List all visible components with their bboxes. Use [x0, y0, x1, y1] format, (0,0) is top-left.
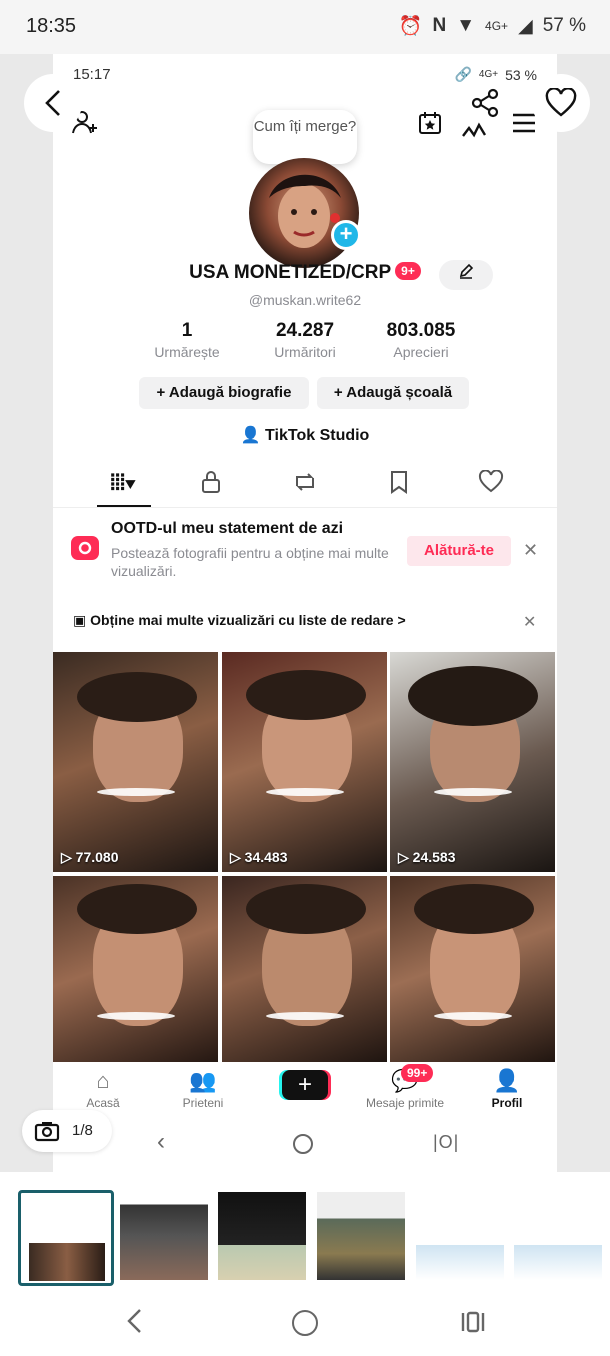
edit-profile-button[interactable] — [439, 260, 493, 290]
network-label: 4G+ — [485, 19, 509, 33]
tab-videos-grid-icon[interactable]: ⦙⦙⦙▾ — [103, 470, 143, 496]
battery-text: 57 % — [542, 15, 586, 36]
thumbnail-6[interactable] — [514, 1192, 602, 1280]
thumbnail-strip — [0, 1172, 610, 1292]
screenshot-canvas: 15:17 🔗 4G+ 53 % Cum îți merge? + USA MO… — [53, 54, 557, 1172]
wifi-icon: ▼ — [456, 15, 476, 36]
nav-label: Mesaje primite — [365, 1096, 445, 1110]
promo-subtitle: Postează fotografii pentru a obține mai … — [111, 545, 389, 579]
stat-following[interactable]: 1 Urmărește — [127, 320, 247, 360]
avatar[interactable] — [249, 158, 359, 268]
video-tile[interactable]: ▷ 24.583 — [390, 652, 555, 872]
notification-badge: 9+ — [395, 262, 421, 280]
signal-icon: ◢ — [518, 15, 533, 37]
back-button[interactable] — [24, 74, 82, 132]
status-time: 18:35 — [26, 15, 77, 37]
create-button[interactable]: + — [282, 1070, 328, 1100]
playlist-banner[interactable]: ▣ Obține mai multe vizualizări cu liste … — [73, 612, 406, 629]
nav-label: Prieteni — [182, 1096, 224, 1110]
image-counter[interactable]: 1/8 — [22, 1110, 112, 1152]
nfc-icon: N — [432, 15, 447, 36]
active-tab-indicator — [97, 505, 151, 507]
close-icon[interactable]: ✕ — [523, 540, 538, 561]
tiktok-studio-link[interactable]: 👤 TikTok Studio — [53, 425, 557, 445]
home-icon: ⌂ — [96, 1068, 110, 1093]
favorite-button[interactable] — [532, 74, 590, 132]
back-nav-button[interactable] — [124, 1306, 144, 1341]
thumbnail-2[interactable] — [120, 1192, 208, 1280]
back-nav-icon: ‹ — [157, 1128, 165, 1155]
view-count: ▷ 34.483 — [230, 849, 288, 865]
thumbnail-5[interactable] — [416, 1192, 504, 1280]
inner-battery: 53 % — [505, 66, 537, 83]
nav-label: Acasă — [86, 1096, 120, 1110]
recents-nav-icon: |O| — [433, 1132, 460, 1152]
stat-value: 24.287 — [275, 320, 335, 341]
camera-icon — [71, 536, 99, 560]
add-story-button[interactable]: + — [331, 220, 361, 250]
recents-nav-button[interactable] — [460, 1310, 486, 1339]
stat-value: 803.085 — [386, 320, 456, 341]
share-button[interactable] — [456, 74, 514, 132]
home-nav-button[interactable] — [292, 1310, 318, 1336]
thumbnail-3[interactable] — [218, 1192, 306, 1280]
promo-title: OOTD-ul meu statement de azi — [111, 520, 344, 537]
back-icon — [127, 1309, 141, 1333]
chevron-left-icon — [45, 90, 60, 116]
stat-label: Urmărește — [154, 344, 220, 360]
video-tile[interactable] — [53, 876, 218, 1062]
video-tile[interactable] — [222, 876, 387, 1062]
stat-likes[interactable]: 803.085 Aprecieri — [361, 320, 481, 360]
video-tile[interactable] — [390, 876, 555, 1062]
status-icons: ⏰ N ▼ 4G+ ◢ 57 % — [399, 14, 586, 38]
tab-private-lock-icon[interactable] — [191, 470, 231, 500]
view-count: ▷ 24.583 — [398, 849, 456, 865]
system-nav-bar — [0, 1292, 610, 1356]
status-bar: 18:35 ⏰ N ▼ 4G+ ◢ 57 % — [0, 0, 610, 54]
promo-banner: OOTD-ul meu statement de azi Postează fo… — [53, 514, 557, 584]
playlist-icon: ▣ — [73, 612, 87, 628]
menu-icon[interactable] — [511, 112, 537, 139]
pencil-icon — [459, 263, 474, 279]
home-nav-icon — [293, 1134, 313, 1154]
bottom-nav: ⌂Acasă 👥Prieteni + 💬Mesaje primite 99+ 👤… — [53, 1062, 557, 1118]
image-viewer: 15:17 🔗 4G+ 53 % Cum îți merge? + USA MO… — [0, 54, 610, 1172]
add-school-button[interactable]: + Adaugă școală — [317, 377, 469, 409]
tab-favorites-bookmark-icon[interactable] — [379, 470, 419, 500]
tab-liked-heart-icon[interactable] — [471, 469, 511, 500]
profile-tabs: ⦙⦙⦙▾ — [53, 458, 557, 508]
stat-followers[interactable]: 24.287 Urmăritori — [245, 320, 365, 360]
stat-value: 1 — [181, 320, 193, 341]
join-button[interactable]: Alătură-te — [407, 536, 511, 566]
close-icon[interactable]: ✕ — [523, 612, 536, 632]
tab-reposts-icon[interactable] — [285, 470, 325, 500]
counter-text: 1/8 — [72, 1122, 93, 1139]
thumbnail-1[interactable] — [18, 1190, 114, 1286]
calendar-icon[interactable] — [417, 110, 443, 141]
status-bubble[interactable]: Cum îți merge? — [253, 110, 357, 164]
recents-icon — [461, 1311, 485, 1333]
inner-system-nav: ‹ |O| — [53, 1122, 557, 1172]
inner-status-time: 15:17 — [73, 66, 111, 83]
friends-icon: 👥 — [189, 1068, 217, 1093]
inbox-badge: 99+ — [401, 1064, 434, 1082]
camera-icon — [34, 1122, 60, 1142]
share-icon — [471, 88, 499, 118]
nav-profile[interactable]: 👤 Profil — [467, 1068, 547, 1110]
nav-friends[interactable]: 👥 Prieteni — [163, 1068, 243, 1110]
add-bio-button[interactable]: + Adaugă biografie — [139, 377, 309, 409]
thumbnail-4[interactable] — [317, 1192, 405, 1280]
nav-home[interactable]: ⌂ Acasă — [63, 1068, 143, 1110]
stat-label: Urmăritori — [274, 344, 336, 360]
video-tile[interactable]: ▷ 77.080 — [53, 652, 218, 872]
heart-icon — [545, 88, 577, 117]
stat-label: Aprecieri — [393, 344, 449, 360]
profile-icon: 👤 — [493, 1068, 521, 1093]
profile-handle: @muskan.write62 — [248, 292, 362, 308]
video-tile[interactable]: ▷ 34.483 — [222, 652, 387, 872]
view-count: ▷ 77.080 — [61, 849, 119, 865]
studio-icon: 👤 — [240, 427, 261, 444]
alarm-icon: ⏰ — [398, 16, 423, 37]
nav-label: Profil — [491, 1096, 523, 1110]
